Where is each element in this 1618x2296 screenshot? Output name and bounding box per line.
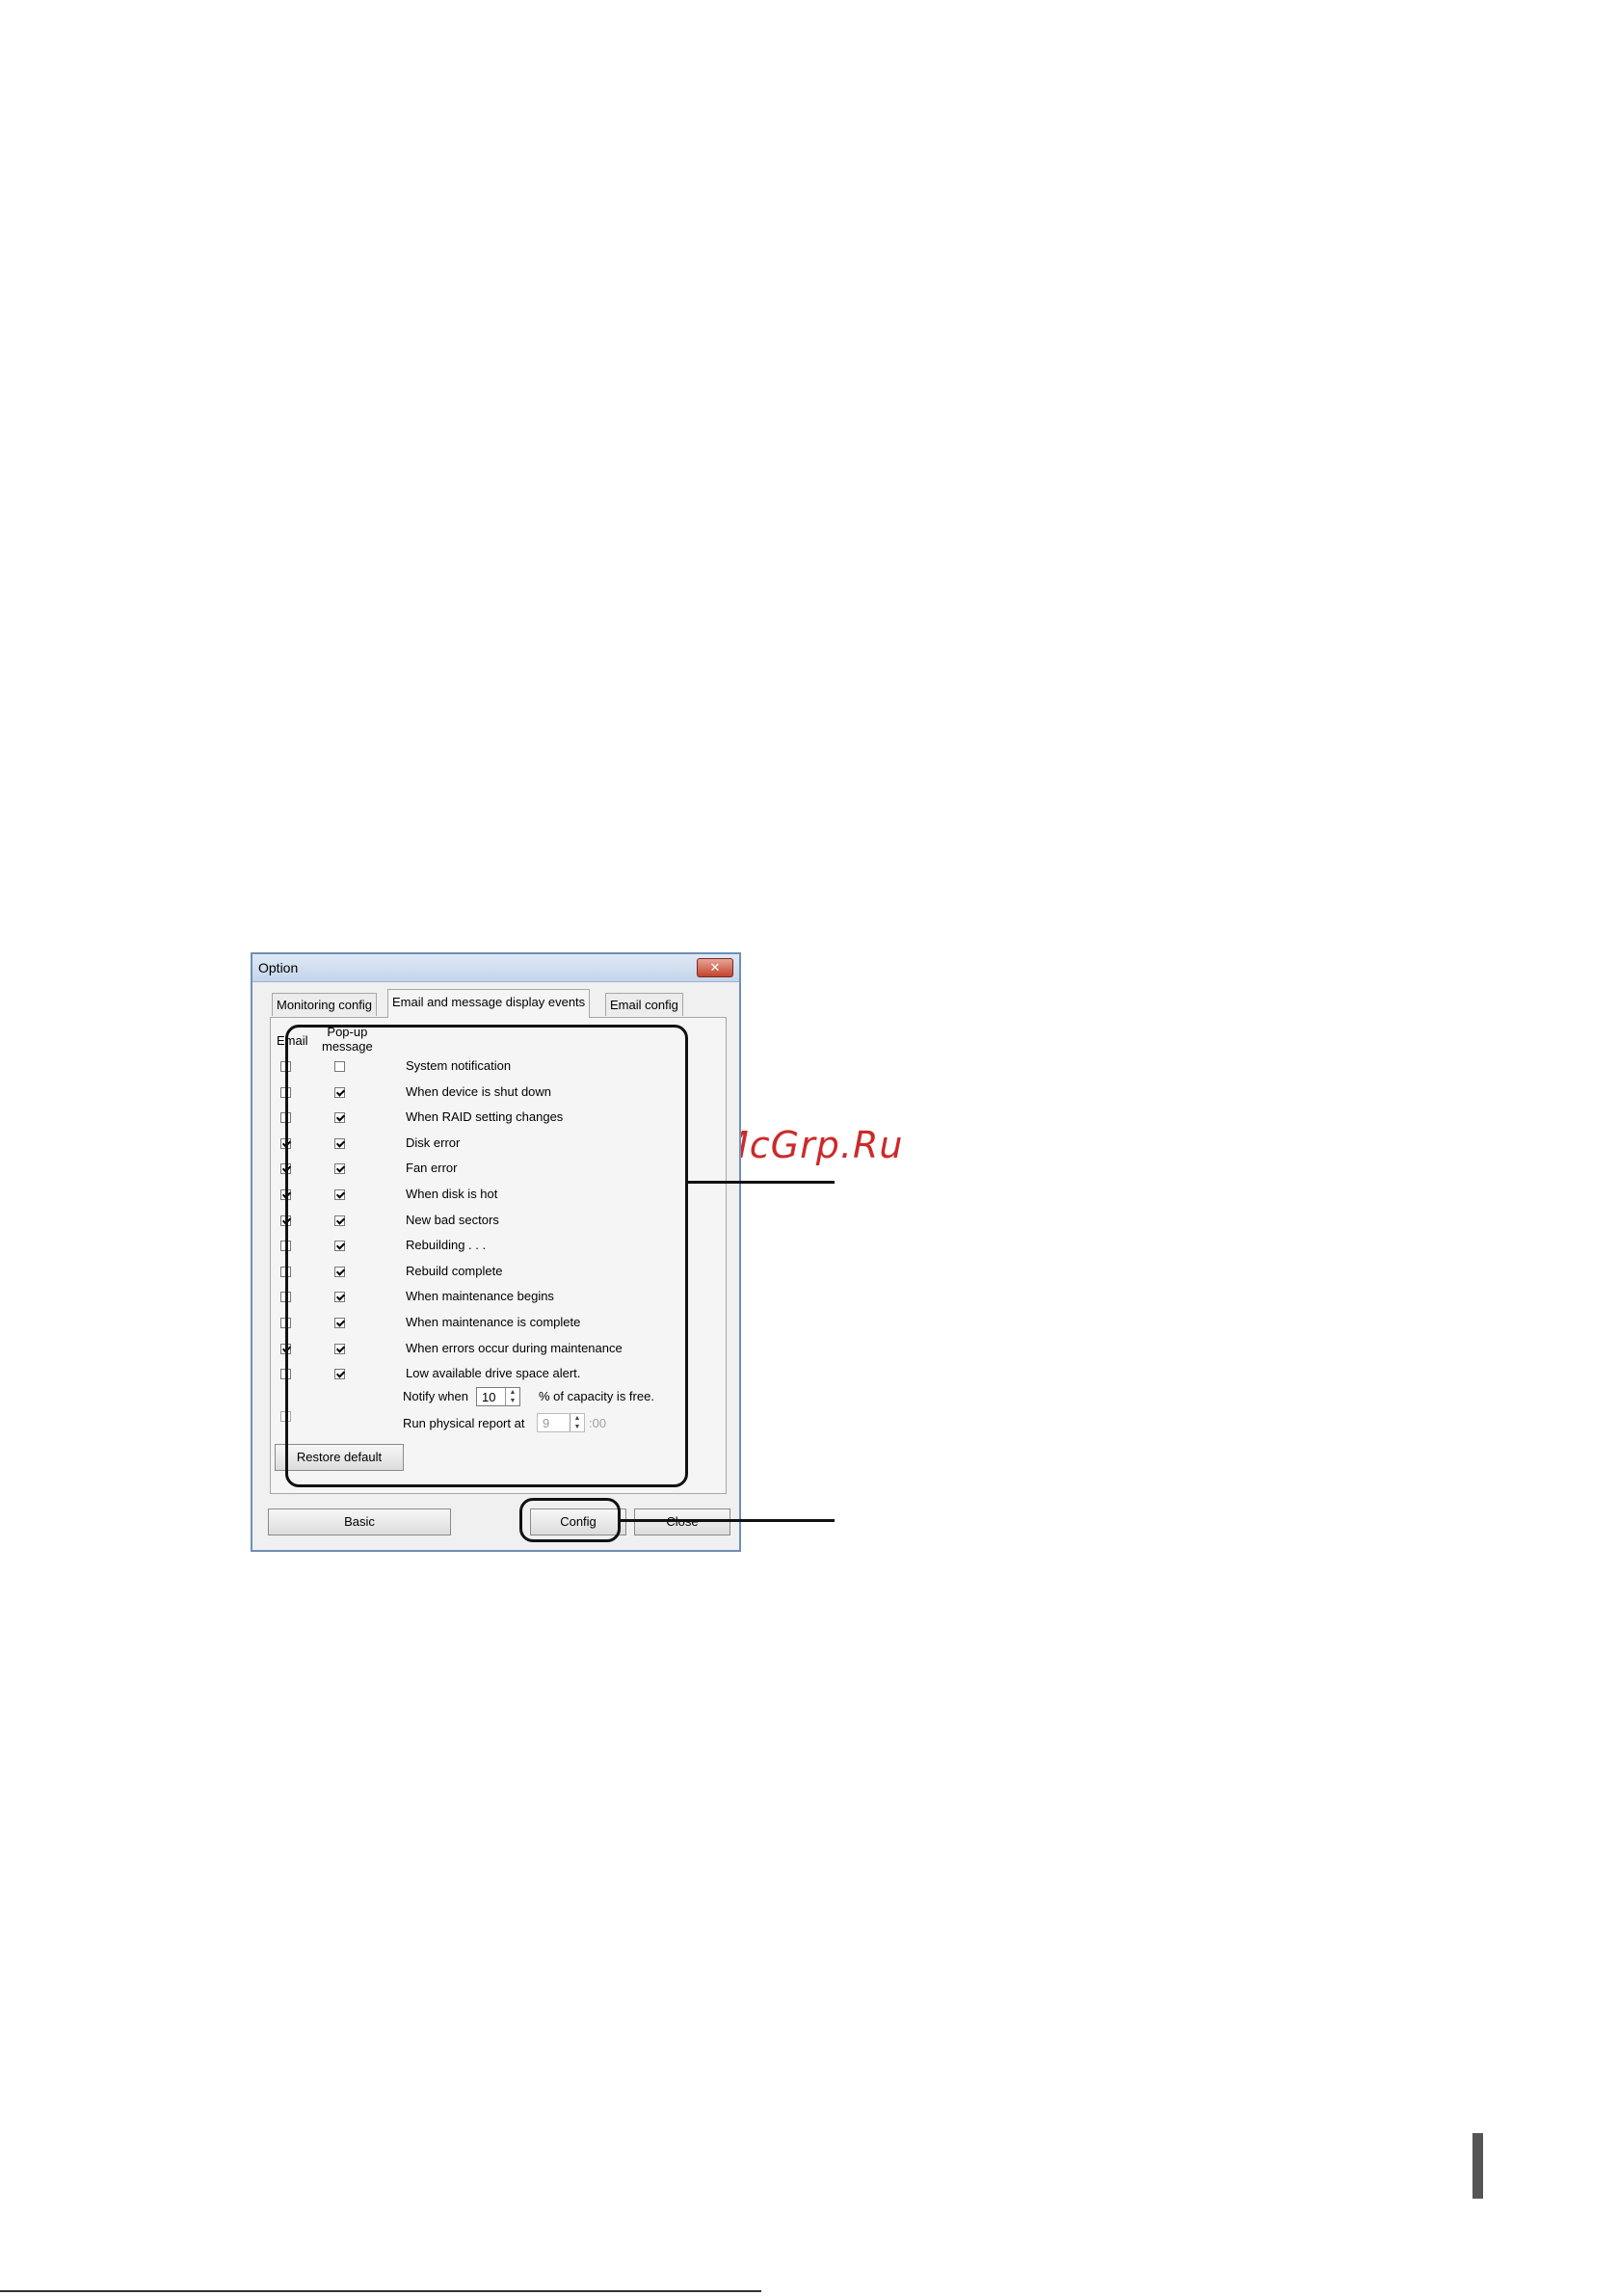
callout-config-outline [519, 1498, 621, 1542]
window-close-button[interactable]: ✕ [697, 958, 733, 977]
page-marker-bar [1472, 2133, 1483, 2199]
tab-monitoring-config[interactable]: Monitoring config [272, 993, 377, 1016]
close-button[interactable]: Close [634, 1508, 730, 1535]
bottom-rule [0, 2290, 761, 2292]
tab-email-config[interactable]: Email config [605, 993, 683, 1016]
basic-button[interactable]: Basic [268, 1508, 451, 1535]
callout-events-line [688, 1181, 835, 1184]
close-icon: ✕ [709, 960, 721, 974]
tab-email-and-message-display-events[interactable]: Email and message display events [387, 989, 591, 1018]
title-bar: Option ✕ [252, 954, 739, 982]
callout-events-outline [285, 1025, 688, 1487]
watermark-text: McGrp.Ru [717, 1124, 904, 1166]
callout-config-line [621, 1519, 835, 1522]
window-title: Option [258, 960, 299, 975]
